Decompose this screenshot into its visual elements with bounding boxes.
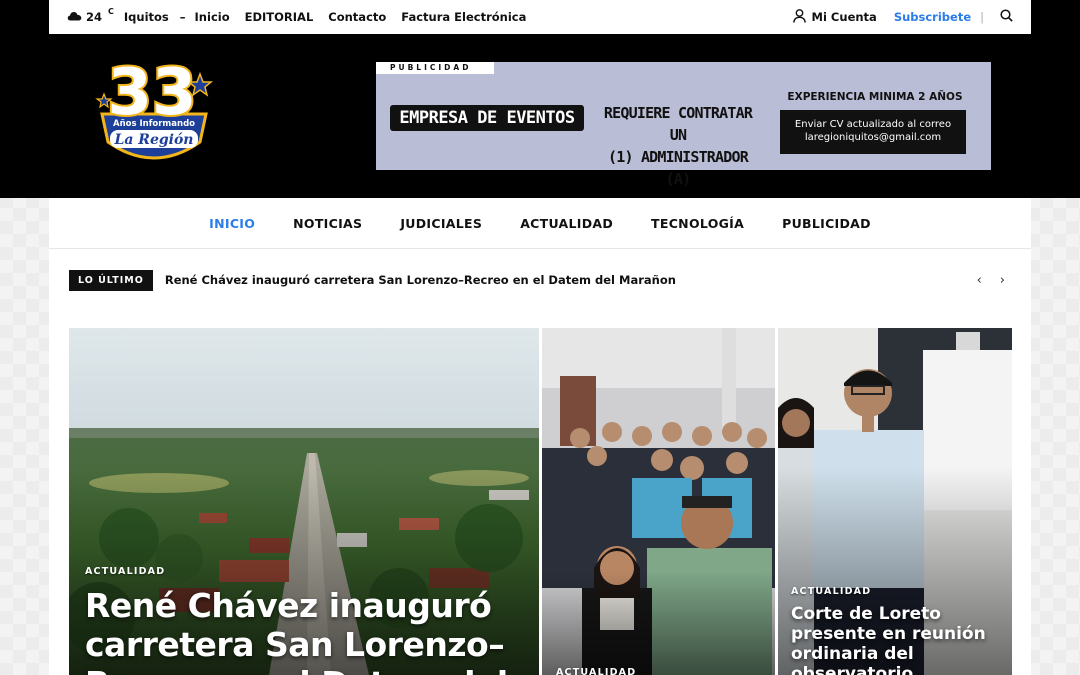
logo-tagline: Años Informando — [113, 119, 195, 129]
article-title[interactable]: René Chávez inauguró carretera San Loren… — [85, 586, 525, 675]
article-shade — [542, 570, 775, 675]
chevron-right-icon[interactable]: › — [1000, 273, 1005, 288]
ticker-badge: LO ÚLTIMO — [69, 269, 153, 291]
topbar-link-editorial[interactable]: EDITORIAL — [245, 10, 314, 24]
topbar-right: Mi Cuenta Subscribete | — [792, 8, 1013, 26]
nav-item-publicidad[interactable]: PUBLICIDAD — [782, 216, 871, 231]
ticker-headline[interactable]: René Chávez inauguró carretera San Loren… — [165, 273, 676, 287]
temperature: 24 — [86, 10, 103, 24]
nav-item-judiciales[interactable]: JUDICIALES — [400, 216, 482, 231]
advertisement-banner[interactable]: PUBLICIDAD EMPRESA DE EVENTOS REQUIERE C… — [376, 62, 991, 188]
main-content: INICIO NOTICIAS JUDICIALES ACTUALIDAD TE… — [49, 198, 1031, 675]
article-category[interactable]: ACTUALIDAD — [556, 667, 636, 675]
article-category[interactable]: ACTUALIDAD — [85, 566, 165, 577]
nav-item-actualidad[interactable]: ACTUALIDAD — [520, 216, 613, 231]
cloud-icon — [67, 10, 82, 24]
site-logo[interactable]: 33 Años Informando La Región — [92, 54, 216, 174]
top-bar: 24 C Iquitos – Inicio EDITORIAL Contacto… — [49, 0, 1031, 34]
ad-company: EMPRESA DE EVENTOS — [390, 105, 584, 131]
nav-item-inicio[interactable]: INICIO — [209, 216, 255, 231]
account-label: Mi Cuenta — [811, 10, 877, 24]
ad-cv-line-1: Enviar CV actualizado al correo — [794, 119, 952, 130]
topbar-link-factura[interactable]: Factura Electrónica — [401, 10, 526, 24]
nav-item-tecnologia[interactable]: TECNOLOGÍA — [651, 216, 744, 231]
featured-article-1[interactable]: ACTUALIDAD René Chávez inauguró carreter… — [69, 328, 539, 675]
logo-name: La Región — [114, 132, 194, 148]
topbar-link-contacto[interactable]: Contacto — [328, 10, 386, 24]
ticker-controls: ‹ › — [977, 273, 1011, 288]
search-icon[interactable] — [1000, 9, 1013, 25]
temperature-unit: C — [108, 6, 114, 16]
news-ticker: LO ÚLTIMO René Chávez inauguró carretera… — [69, 269, 1011, 291]
weather-widget: 24 C Iquitos — [67, 6, 169, 24]
ad-experience: EXPERIENCIA MINIMA 2 AÑOS — [787, 91, 963, 103]
featured-article-3[interactable]: ACTUALIDAD Corte de Loreto presente en r… — [778, 328, 1012, 675]
account-link[interactable]: Mi Cuenta — [792, 8, 877, 26]
article-category[interactable]: ACTUALIDAD — [791, 586, 871, 597]
subscribe-link[interactable]: Subscribete — [894, 10, 971, 24]
featured-article-2[interactable]: ACTUALIDAD — [542, 328, 775, 675]
ad-requirement: REQUIERE CONTRATAR UN (1) ADMINISTRADOR … — [592, 102, 764, 190]
topbar-link-inicio[interactable]: Inicio — [195, 10, 230, 24]
article-title[interactable]: Corte de Loreto presente en reunión ordi… — [791, 604, 996, 675]
ad-requirement-line-1: REQUIERE CONTRATAR UN — [603, 104, 753, 144]
topbar-separator: | — [980, 10, 984, 24]
ad-tag: PUBLICIDAD — [376, 62, 494, 74]
chevron-left-icon[interactable]: ‹ — [977, 273, 982, 288]
ad-requirement-line-2: (1) ADMINISTRADOR (A) — [608, 148, 749, 188]
ad-cv-email: laregioniquitos@gmail.com — [804, 132, 942, 143]
nav-item-noticias[interactable]: NOTICIAS — [293, 216, 362, 231]
main-nav: INICIO NOTICIAS JUDICIALES ACTUALIDAD TE… — [49, 198, 1031, 249]
city-name: Iquitos — [123, 10, 169, 24]
user-icon — [792, 8, 806, 26]
ad-cv-box: Enviar CV actualizado al correo laregion… — [780, 110, 966, 154]
separator-dash: – — [179, 10, 186, 24]
